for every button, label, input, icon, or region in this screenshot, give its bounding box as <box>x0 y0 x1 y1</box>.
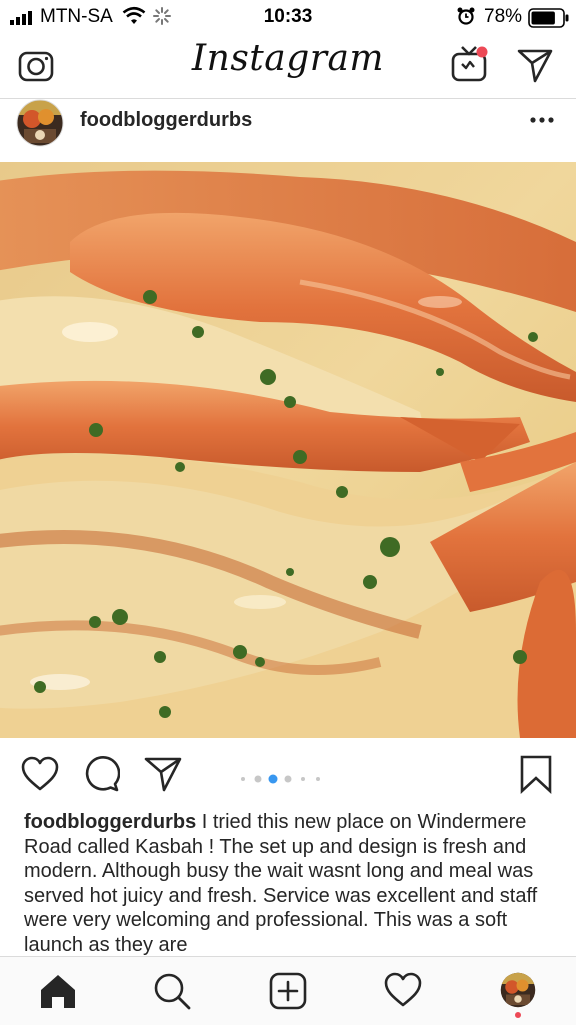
post-header: foodbloggerdurbs <box>0 99 576 162</box>
activity-heart-icon[interactable] <box>383 972 423 1008</box>
save-bookmark-icon[interactable] <box>518 754 554 794</box>
share-icon[interactable] <box>143 755 183 793</box>
search-icon[interactable] <box>152 971 192 1011</box>
comment-icon[interactable] <box>82 755 120 793</box>
post-username[interactable]: foodbloggerdurbs <box>80 109 252 132</box>
carousel-dot <box>241 777 245 781</box>
profile-avatar[interactable] <box>500 972 536 1008</box>
top-navigation: Instagram <box>0 34 576 99</box>
post-image[interactable] <box>0 162 576 738</box>
new-post-icon[interactable] <box>268 971 308 1011</box>
more-options-icon[interactable] <box>528 113 556 127</box>
battery-percent: 78% <box>484 6 523 27</box>
status-bar: MTN-SA 10:33 78% <box>0 0 576 34</box>
carousel-indicator <box>238 771 338 784</box>
direct-message-icon[interactable] <box>513 43 557 87</box>
home-icon[interactable] <box>38 971 78 1011</box>
alarm-icon <box>457 7 475 25</box>
post-caption: foodbloggerdurbs I tried this new place … <box>24 810 556 956</box>
post-actions <box>0 738 576 810</box>
avatar[interactable] <box>16 99 64 147</box>
battery-icon <box>528 8 569 28</box>
igtv-icon[interactable] <box>447 43 491 87</box>
caption-username[interactable]: foodbloggerdurbs <box>24 811 196 833</box>
carousel-dot <box>316 777 320 781</box>
carousel-dot <box>284 775 292 783</box>
carousel-dot <box>301 777 305 781</box>
bottom-tab-bar <box>0 956 576 1025</box>
carousel-dot-active <box>268 774 278 784</box>
notification-dot <box>476 46 488 58</box>
like-heart-icon[interactable] <box>20 756 60 792</box>
profile-notification-dot <box>515 1012 521 1018</box>
carousel-dot <box>254 775 262 783</box>
food-photo <box>0 162 576 738</box>
